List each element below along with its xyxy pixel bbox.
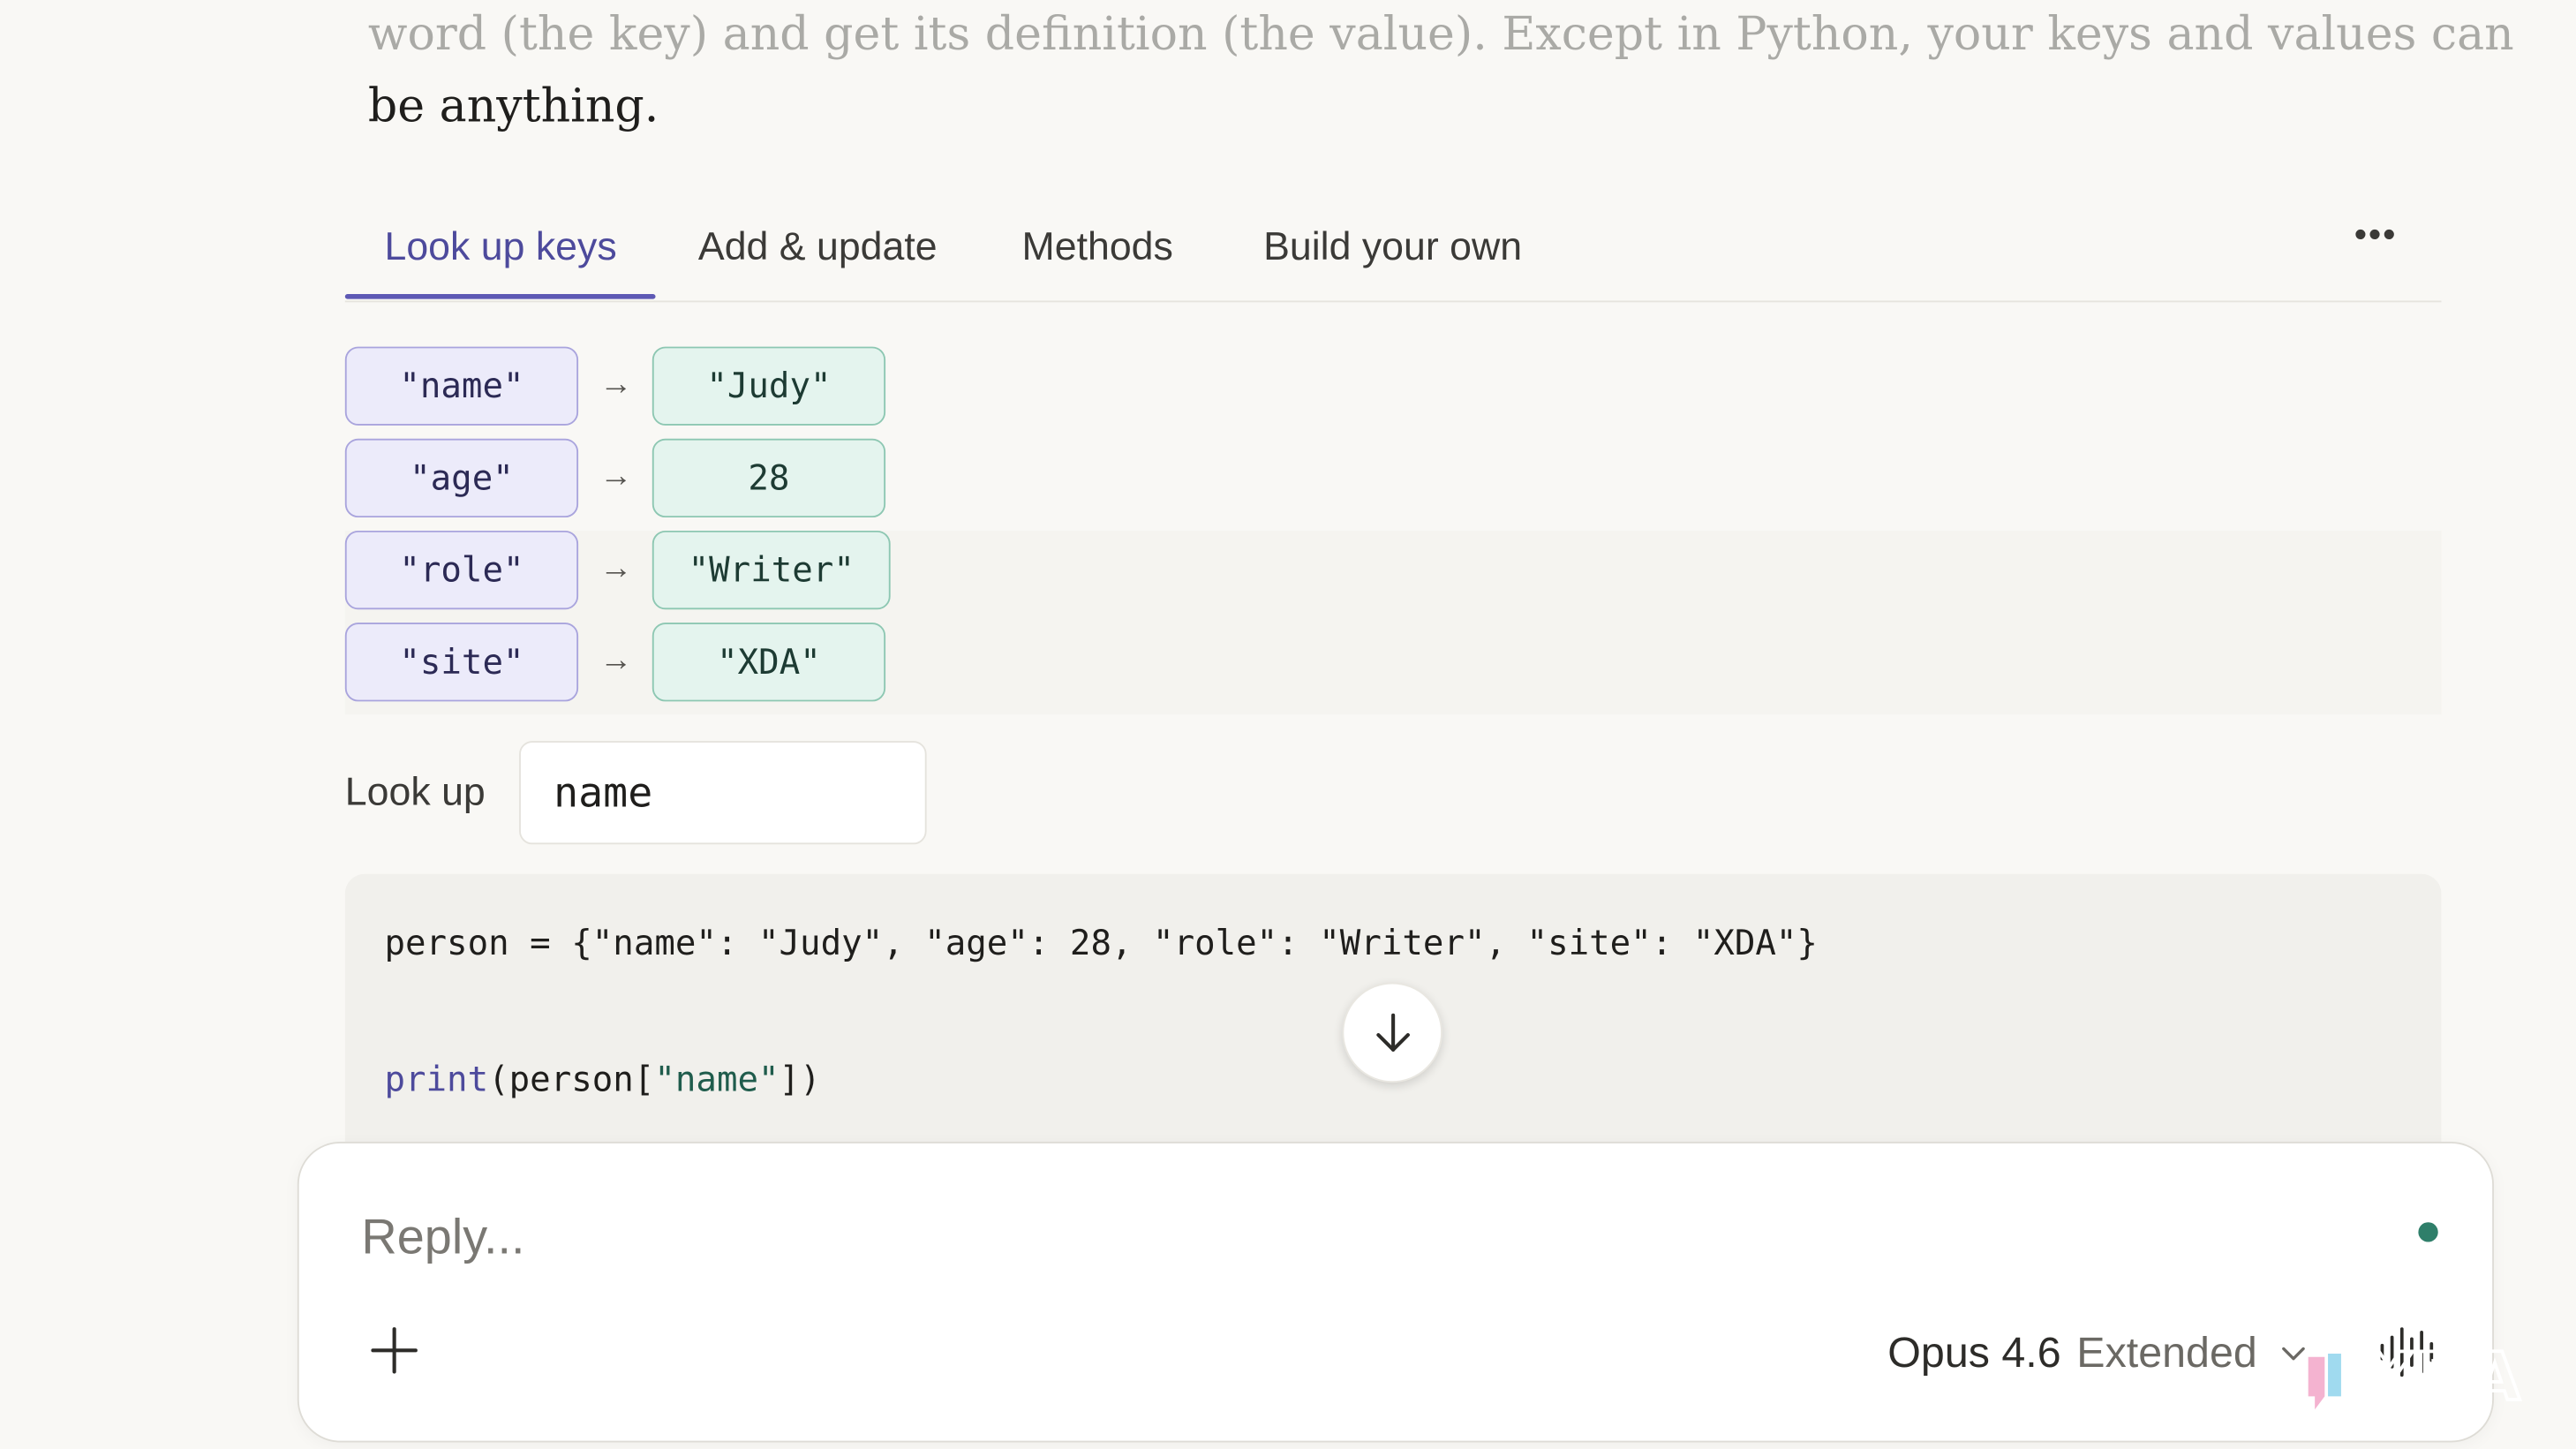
dict-row[interactable]: "age" → 28 (344, 438, 2442, 531)
code-string: "name" (654, 1060, 780, 1099)
top-fade-overlay (0, 0, 2576, 79)
model-mode-selector[interactable]: Extended (2076, 1324, 2256, 1380)
prose-line: be anything. (367, 79, 659, 133)
dict-value: "XDA" (652, 623, 886, 702)
code-text: ]) (779, 1060, 821, 1099)
xda-watermark-logo: XDA (2304, 1337, 2522, 1417)
active-tab-indicator (344, 294, 656, 299)
tab-build-your-own[interactable]: Build your own (1263, 207, 1522, 292)
dict-value: "Writer" (652, 530, 891, 610)
dict-value: "Judy" (652, 346, 886, 426)
code-function: print (384, 1060, 489, 1099)
dict-key: "site" (344, 623, 579, 702)
reply-input[interactable] (358, 1196, 2337, 1282)
code-text: (person[ (488, 1060, 655, 1099)
dict-key: "role" (344, 530, 579, 610)
arrow-right-icon: → (599, 458, 633, 495)
dict-row[interactable]: "site" → "XDA" (344, 623, 2442, 715)
code-line: print(person["name"]) (384, 1054, 820, 1104)
status-dot (2418, 1222, 2438, 1242)
arrow-down-icon (1376, 1013, 1410, 1052)
dict-row[interactable]: "role" → "Writer" (344, 530, 2442, 623)
dict-key: "age" (344, 438, 579, 518)
reply-composer: Opus 4.6 Extended (297, 1142, 2494, 1443)
watermark-text: XDA (2364, 1339, 2520, 1415)
more-options-button[interactable]: ••• (2346, 216, 2406, 263)
model-name[interactable]: Opus 4.6 (1887, 1324, 2060, 1380)
tab-look-up-keys[interactable]: Look up keys (384, 207, 616, 292)
dict-value: 28 (652, 438, 886, 518)
arrow-right-icon: → (599, 642, 633, 679)
arrow-right-icon: → (599, 550, 633, 587)
artifact-tabs: Look up keys Add & update Methods Build … (344, 207, 2442, 303)
plus-icon[interactable] (368, 1324, 421, 1377)
dict-row[interactable]: "name" → "Judy" (344, 346, 2442, 439)
tab-add-update[interactable]: Add & update (698, 207, 938, 292)
chat-page: word (the key) and get its definition (t… (0, 0, 2576, 1449)
dictionary-visual: "name" → "Judy" "age" → 28 "role" → "Wri… (344, 346, 2442, 715)
scroll-to-bottom-button[interactable] (1342, 982, 1442, 1083)
lookup-input[interactable] (519, 741, 927, 845)
dict-key: "name" (344, 346, 579, 426)
code-line: person = {"name": "Judy", "age": 28, "ro… (384, 923, 1818, 963)
lookup-label: Look up (344, 770, 486, 815)
arrow-right-icon: → (599, 366, 633, 403)
tab-methods[interactable]: Methods (1022, 207, 1173, 292)
